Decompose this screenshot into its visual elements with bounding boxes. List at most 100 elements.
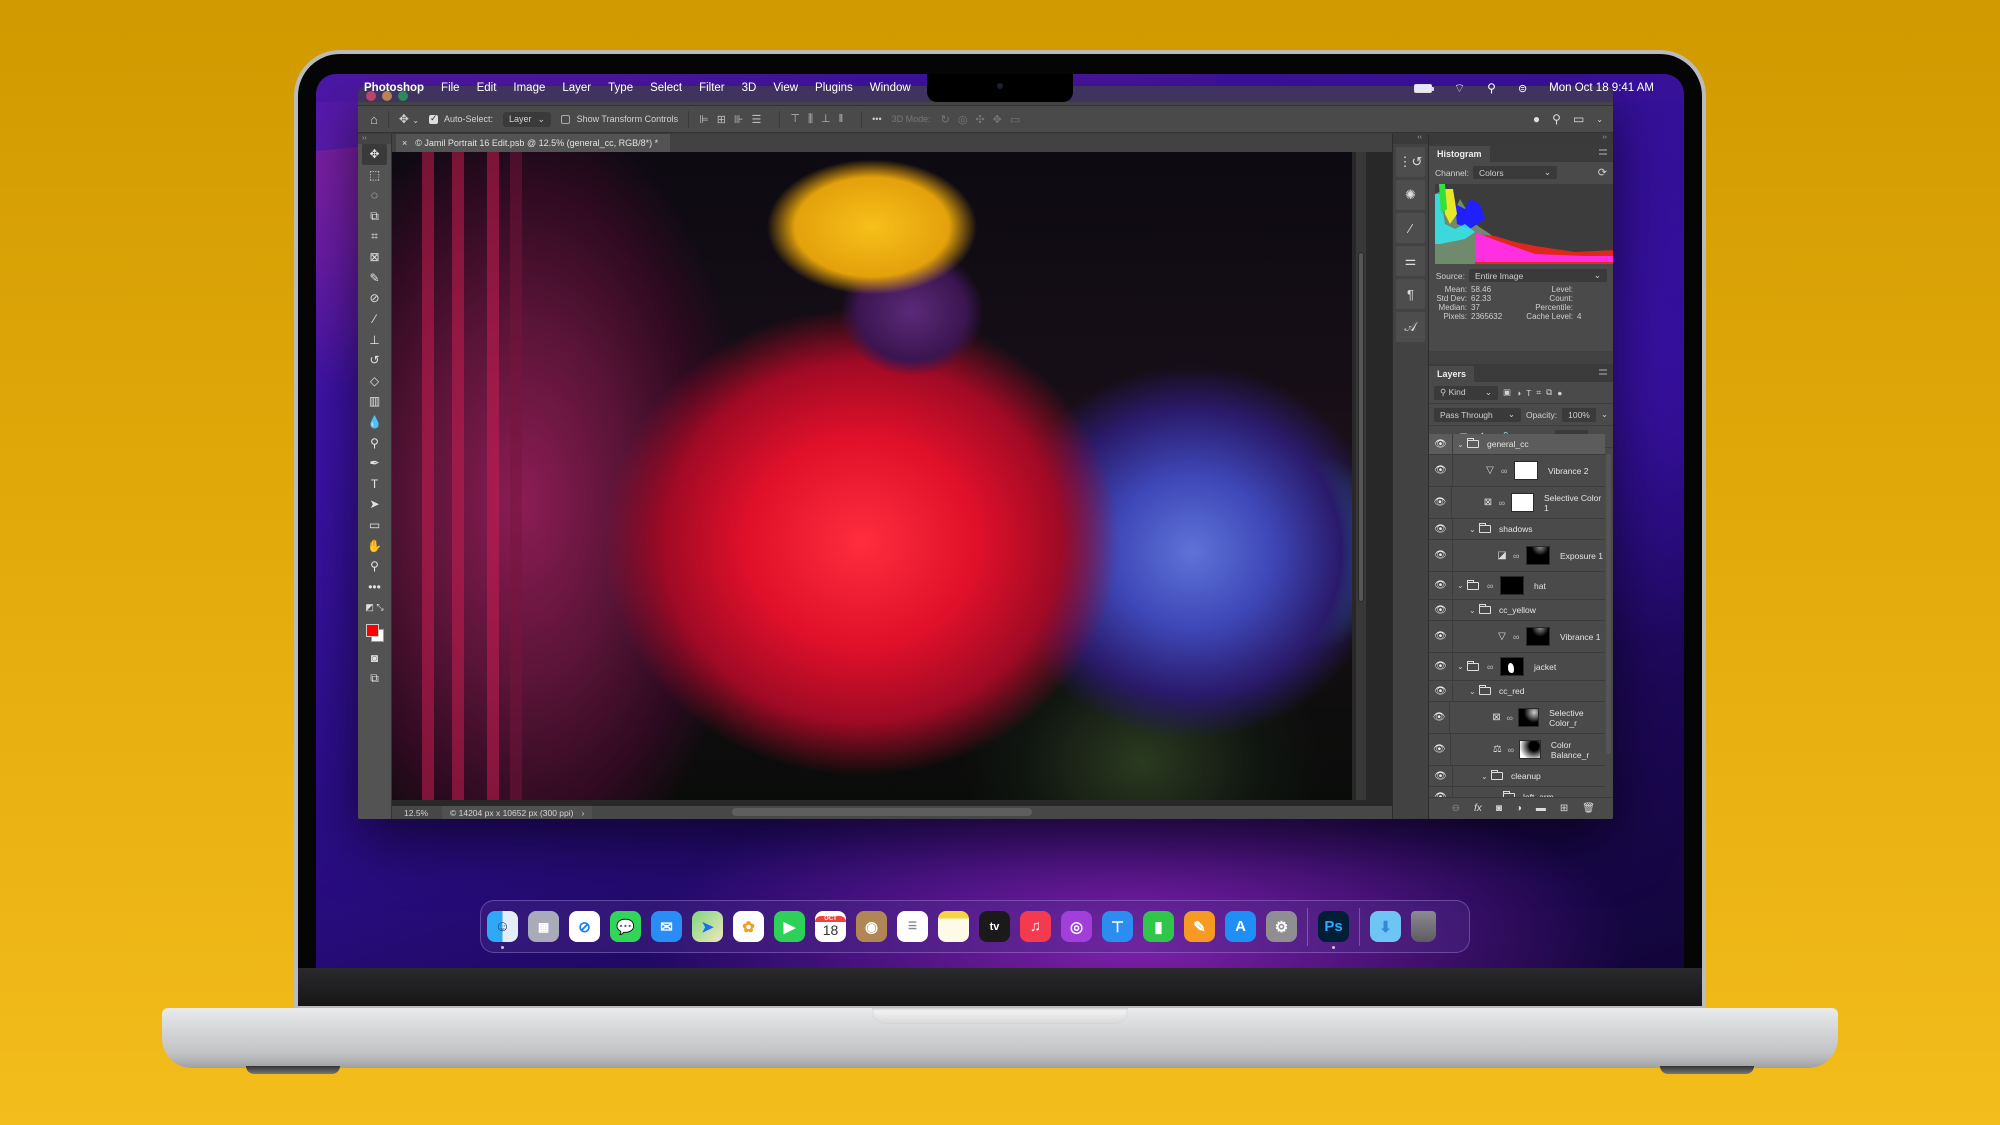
dock-messages[interactable]: 💬 xyxy=(610,911,641,942)
layer-filter-dropdown[interactable]: ⚲ Kind ⌄ xyxy=(1434,385,1498,400)
dock-facetime[interactable]: ▶ xyxy=(774,911,805,942)
control-center-icon[interactable]: ⊜ xyxy=(1518,82,1527,95)
workspace-chevron-icon[interactable]: ⌄ xyxy=(1596,115,1603,124)
layer-row[interactable]: 👁 ▽ ∞ Vibrance 2 xyxy=(1429,455,1605,487)
wifi-icon[interactable]: ⌔ xyxy=(1454,81,1465,96)
collapse-panels-button[interactable]: ‹‹ xyxy=(1393,134,1428,144)
crop-tool-icon[interactable]: ⌗ xyxy=(358,226,391,247)
dock-contacts[interactable]: ◉ xyxy=(856,911,887,942)
rectangle-tool-icon[interactable]: ▭ xyxy=(358,515,391,536)
menu-window[interactable]: Window xyxy=(870,82,911,94)
menu-3d[interactable]: 3D xyxy=(742,82,757,94)
layer-mask-thumbnail[interactable] xyxy=(1514,461,1538,480)
visibility-eye-icon[interactable]: 👁 xyxy=(1429,519,1453,539)
menu-file[interactable]: File xyxy=(441,82,460,94)
image-canvas[interactable] xyxy=(392,152,1352,800)
layer-row[interactable]: 👁 ⌄ cc_red xyxy=(1429,681,1605,702)
pen-tool-icon[interactable]: ✒ xyxy=(358,453,391,474)
menu-image[interactable]: Image xyxy=(513,82,545,94)
dock-numbers[interactable]: ▮ xyxy=(1143,911,1174,942)
brush-settings-panel-icon[interactable]: ⚌ xyxy=(1396,246,1425,276)
layer-mask-thumbnail[interactable] xyxy=(1526,627,1550,646)
histogram-tab[interactable]: Histogram xyxy=(1429,146,1490,162)
3d-mode-icons[interactable]: ↻◎✣✥▭ xyxy=(941,113,1029,126)
dock-photoshop[interactable]: Ps xyxy=(1318,911,1349,949)
frame-tool-icon[interactable]: ⊠ xyxy=(358,247,391,268)
mask-link-icon[interactable]: ∞ xyxy=(1487,662,1497,672)
dock-system-preferences[interactable]: ⚙ xyxy=(1266,911,1297,942)
delete-layer-icon[interactable]: 🗑 xyxy=(1582,803,1595,814)
edit-toolbar-icon[interactable]: ••• xyxy=(358,576,391,597)
visibility-eye-icon[interactable]: 👁 xyxy=(1429,653,1453,680)
lasso-tool-icon[interactable]: ◌ xyxy=(358,185,391,206)
close-document-icon[interactable]: × xyxy=(402,138,407,148)
canvas-vertical-scrollbar[interactable] xyxy=(1356,152,1366,800)
filter-type-icon[interactable]: T xyxy=(1526,388,1531,398)
character-panel-icon[interactable]: 𝒜 xyxy=(1396,312,1425,342)
canvas-horizontal-scrollbar[interactable] xyxy=(732,808,1032,816)
visibility-eye-icon[interactable]: 👁 xyxy=(1429,540,1453,571)
layer-style-fx-icon[interactable]: fx xyxy=(1474,803,1482,814)
visibility-eye-icon[interactable]: 👁 xyxy=(1429,787,1453,797)
visibility-eye-icon[interactable]: 👁 xyxy=(1429,621,1453,652)
foreground-color-swatch[interactable] xyxy=(366,623,379,637)
document-info[interactable]: © 14204 px x 10652 px (300 ppi) › xyxy=(442,806,593,819)
filter-toggle-icon[interactable]: ● xyxy=(1557,388,1562,398)
dock-finder[interactable]: ☺ xyxy=(487,911,518,949)
workspace-icon[interactable]: ▭ xyxy=(1573,112,1584,126)
layer-row[interactable]: 👁 ⌄ cleanup xyxy=(1429,766,1605,787)
home-icon[interactable]: ⌂ xyxy=(370,112,378,127)
dock-calendar[interactable]: OCT 18 xyxy=(815,911,846,942)
dock-podcasts[interactable]: ◎ xyxy=(1061,911,1092,942)
menu-app-name[interactable]: Photoshop xyxy=(364,82,424,94)
battery-icon[interactable] xyxy=(1413,83,1434,93)
type-tool-icon[interactable]: T xyxy=(358,474,391,495)
layer-mask-thumbnail[interactable] xyxy=(1500,576,1524,595)
menu-view[interactable]: View xyxy=(773,82,798,94)
quick-mask-icon[interactable]: ◙ xyxy=(358,648,391,669)
expand-panels-button[interactable]: ›› xyxy=(1429,134,1613,144)
opacity-input[interactable]: 100% xyxy=(1562,407,1596,422)
expand-chevron-icon[interactable]: ⌄ xyxy=(1457,440,1467,449)
expand-chevron-icon[interactable]: ⌄ xyxy=(1469,525,1479,534)
layer-row[interactable]: 👁 ◪ ∞ Exposure 1 xyxy=(1429,540,1605,572)
visibility-eye-icon[interactable]: 👁 xyxy=(1429,681,1453,701)
visibility-eye-icon[interactable]: 👁 xyxy=(1429,734,1451,765)
expand-chevron-icon[interactable]: ⌄ xyxy=(1457,662,1467,671)
dock-photos[interactable]: ✿ xyxy=(733,911,764,942)
dock-keynote[interactable]: ⊤ xyxy=(1102,911,1133,942)
layer-row[interactable]: 👁 ⌄ shadows xyxy=(1429,519,1605,540)
eyedropper-tool-icon[interactable]: ✎ xyxy=(358,268,391,289)
auto-select-checkbox[interactable] xyxy=(428,113,438,125)
auto-select-dropdown[interactable]: Layer ⌄ xyxy=(503,111,552,127)
expand-chevron-icon[interactable]: ⌄ xyxy=(1457,581,1467,590)
layer-row[interactable]: 👁 ⚖ ∞ Color Balance_r xyxy=(1429,734,1605,766)
menu-type[interactable]: Type xyxy=(608,82,633,94)
path-selection-tool-icon[interactable]: ➤ xyxy=(358,494,391,515)
layer-mask-thumbnail[interactable] xyxy=(1519,740,1541,759)
swap-colors-icon[interactable]: ◩ ⤡ xyxy=(358,597,391,618)
distribute-icons[interactable]: ⊤⫼⊥‖ xyxy=(790,112,851,126)
layer-row[interactable]: 👁 ⌄ ∞ jacket xyxy=(1429,653,1605,681)
visibility-eye-icon[interactable]: 👁 xyxy=(1429,702,1451,733)
add-mask-icon[interactable]: ◙ xyxy=(1496,803,1502,814)
object-select-tool-icon[interactable]: ⧉ xyxy=(358,206,391,227)
channel-dropdown[interactable]: Colors ⌄ xyxy=(1473,166,1558,179)
dock-reminders[interactable]: ☰ xyxy=(897,911,928,942)
dock-safari[interactable]: ⊘ xyxy=(569,911,600,942)
clone-stamp-tool-icon[interactable]: ⊥ xyxy=(358,329,391,350)
mask-link-icon[interactable]: ∞ xyxy=(1501,466,1511,476)
search-icon[interactable]: ⚲ xyxy=(1552,112,1561,126)
dodge-tool-icon[interactable]: ⚲ xyxy=(358,432,391,453)
visibility-eye-icon[interactable]: 👁 xyxy=(1429,455,1453,486)
marquee-tool-icon[interactable]: ⬚ xyxy=(358,165,391,186)
screen-mode-icon[interactable]: ⧉ xyxy=(358,668,391,689)
layer-mask-thumbnail[interactable] xyxy=(1500,657,1524,676)
dock-downloads-folder[interactable]: ⬇ xyxy=(1370,911,1401,942)
visibility-eye-icon[interactable]: 👁 xyxy=(1429,487,1452,518)
layer-row[interactable]: 👁 ⌄ ∞ hat xyxy=(1429,572,1605,600)
layer-mask-thumbnail[interactable] xyxy=(1526,546,1550,565)
hand-tool-icon[interactable]: ✋ xyxy=(358,535,391,556)
healing-brush-tool-icon[interactable]: ⊘ xyxy=(358,288,391,309)
brushes-panel-icon[interactable]: ⁄ xyxy=(1396,213,1425,243)
